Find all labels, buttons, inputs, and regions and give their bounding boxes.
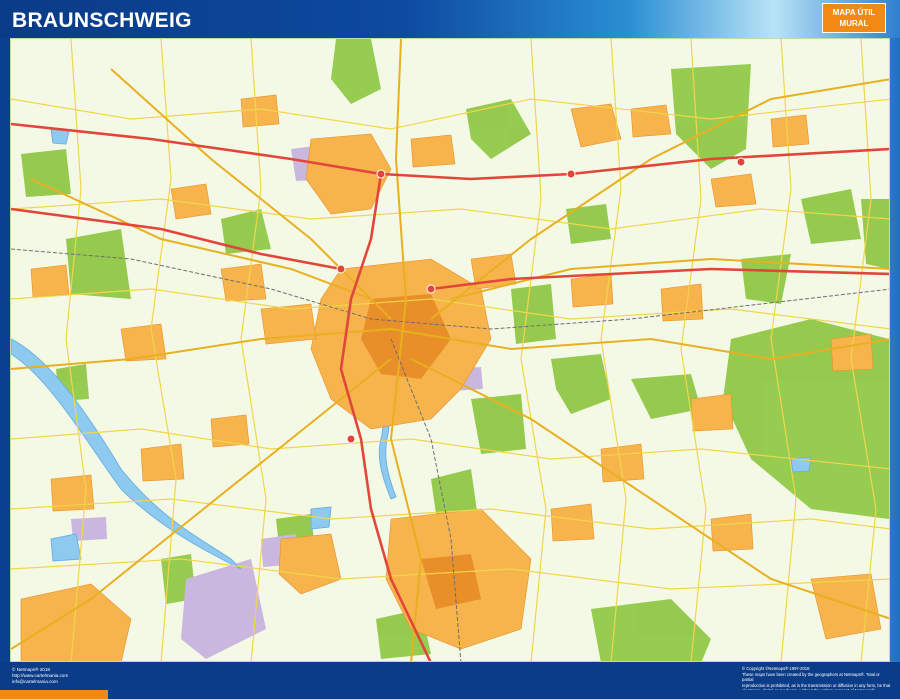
map-title: BRAUNSCHWEIG	[12, 9, 192, 32]
map-canvas[interactable]	[10, 38, 890, 662]
footer-right-line: These maps have been created by the geog…	[742, 671, 880, 683]
header-bar: BRAUNSCHWEIG MAPA ÚTIL MURAL	[0, 0, 900, 38]
footer-left-line: info@cartelmania.com	[12, 679, 58, 684]
footer-contact: © Netmaps® 2018 http://www.cartelmania.c…	[12, 667, 132, 685]
mapa-util-badge: MAPA ÚTIL MURAL	[822, 3, 886, 33]
map-svg	[11, 39, 889, 661]
badge-line-1: MAPA ÚTIL	[832, 8, 876, 17]
badge-line-2: MURAL	[839, 19, 869, 28]
footer-orange-stripe	[0, 690, 900, 699]
